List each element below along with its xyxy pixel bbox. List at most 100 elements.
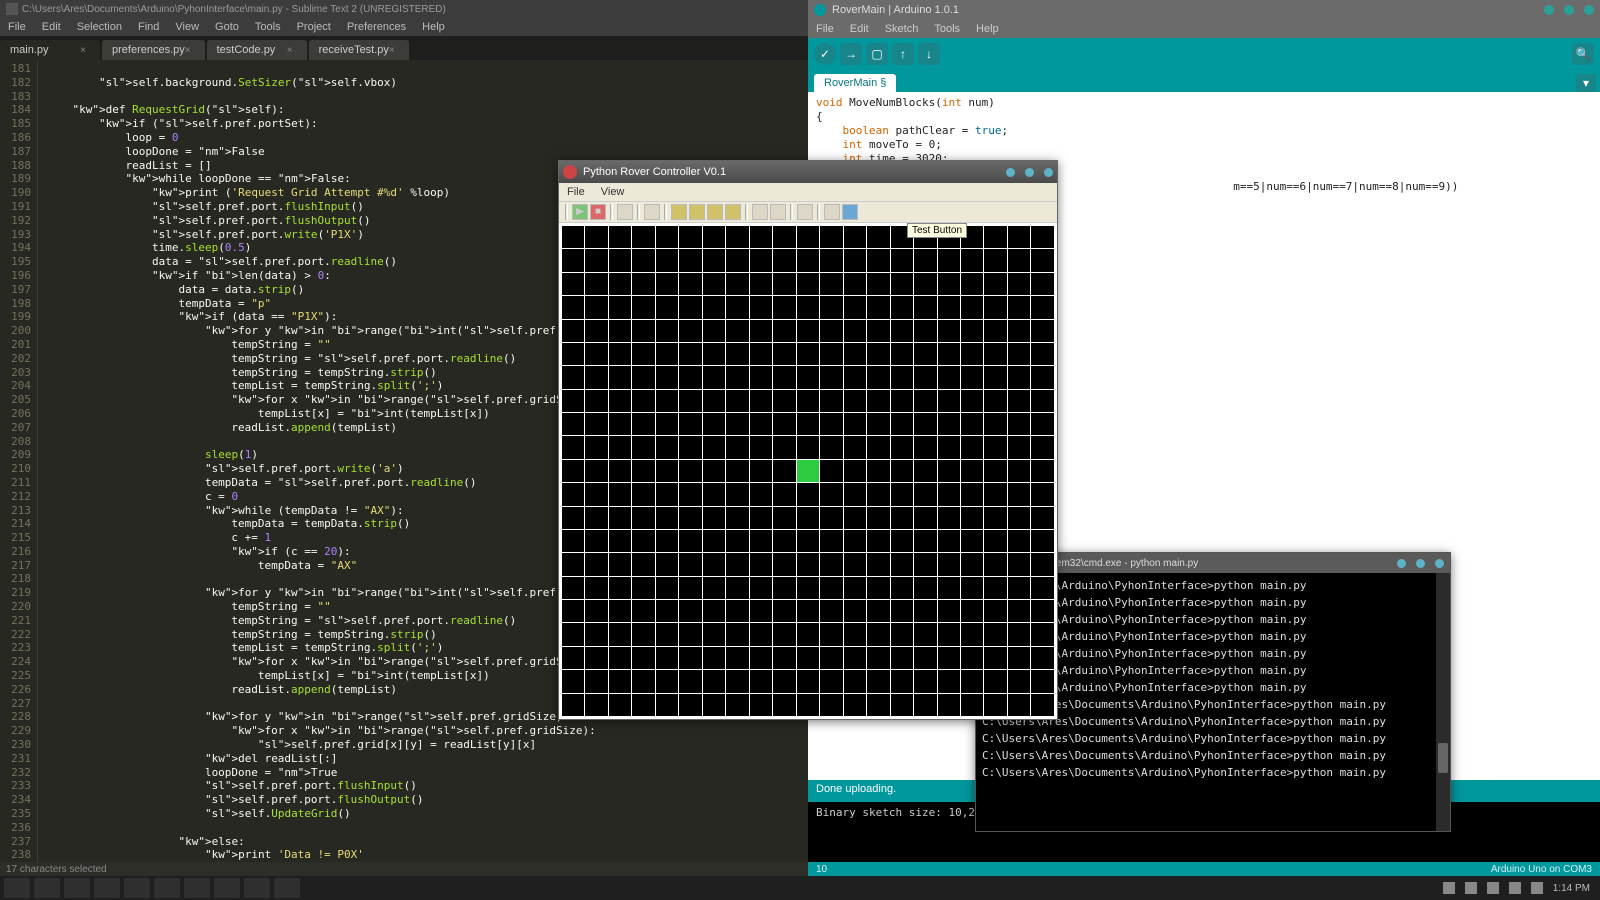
grid-cell[interactable] <box>1007 249 1030 272</box>
grid-cell[interactable] <box>796 319 819 342</box>
close-icon[interactable] <box>1044 168 1053 177</box>
grid-cell[interactable] <box>702 319 725 342</box>
grid-cell[interactable] <box>820 226 843 249</box>
grid-cell[interactable] <box>1031 296 1055 319</box>
grid-cell[interactable] <box>914 342 937 365</box>
grid-cell[interactable] <box>773 483 796 506</box>
grid-cell[interactable] <box>914 600 937 623</box>
taskbar-cmd[interactable] <box>154 878 180 898</box>
grid-cell[interactable] <box>984 459 1007 482</box>
grid-cell[interactable] <box>655 413 678 436</box>
grid-cell[interactable] <box>937 342 960 365</box>
grid-cell[interactable] <box>562 483 585 506</box>
grid-cell[interactable] <box>726 296 749 319</box>
menu-find[interactable]: Find <box>130 19 167 35</box>
grid-cell[interactable] <box>702 459 725 482</box>
grid-cell[interactable] <box>679 389 702 412</box>
grid-cell[interactable] <box>608 483 631 506</box>
taskbar-explorer[interactable] <box>34 878 60 898</box>
grid-cell[interactable] <box>960 693 983 717</box>
grid-cell[interactable] <box>749 553 772 576</box>
grid-cell[interactable] <box>773 436 796 459</box>
grid-cell[interactable] <box>867 459 890 482</box>
maximize-icon[interactable] <box>1416 559 1425 568</box>
tab-close-icon[interactable]: × <box>287 45 293 56</box>
grid-cell[interactable] <box>1031 483 1055 506</box>
grid-cell[interactable] <box>937 366 960 389</box>
grid-cell[interactable] <box>867 296 890 319</box>
brush-icon[interactable] <box>797 204 813 220</box>
grid-cell[interactable] <box>749 226 772 249</box>
grid-cell[interactable] <box>655 623 678 646</box>
grid-cell[interactable] <box>1031 459 1055 482</box>
grid-cell[interactable] <box>679 226 702 249</box>
grid-cell[interactable] <box>867 506 890 529</box>
grid-cell[interactable] <box>749 600 772 623</box>
grid-cell[interactable] <box>562 342 585 365</box>
taskbar-chrome[interactable] <box>94 878 120 898</box>
menu-tools[interactable]: Tools <box>247 19 289 35</box>
grid-cell[interactable] <box>773 366 796 389</box>
grid-cell[interactable] <box>1007 670 1030 693</box>
grid-cell[interactable] <box>632 646 655 669</box>
grid-cell[interactable] <box>960 646 983 669</box>
print-icon[interactable] <box>770 204 786 220</box>
grid-cell[interactable] <box>937 296 960 319</box>
grid-cell[interactable] <box>937 319 960 342</box>
grid-cell[interactable] <box>726 693 749 717</box>
grid-cell[interactable] <box>655 342 678 365</box>
grid-cell[interactable] <box>585 693 608 717</box>
grid-cell[interactable] <box>796 529 819 552</box>
grid-cell[interactable] <box>820 576 843 599</box>
grid-cell[interactable] <box>608 670 631 693</box>
grid-cell[interactable] <box>679 436 702 459</box>
grid-cell[interactable] <box>702 366 725 389</box>
grid-cell[interactable] <box>773 600 796 623</box>
grid-cell[interactable] <box>608 600 631 623</box>
grid-cell[interactable] <box>608 576 631 599</box>
grid-cell[interactable] <box>820 646 843 669</box>
menu-help[interactable]: Help <box>968 21 1007 37</box>
vol-icon[interactable] <box>644 204 660 220</box>
grid-cell[interactable] <box>890 389 913 412</box>
grid-cell[interactable] <box>960 272 983 295</box>
grid-cell[interactable] <box>773 319 796 342</box>
grid-cell[interactable] <box>914 319 937 342</box>
grid-cell[interactable] <box>562 389 585 412</box>
grid-cell[interactable] <box>773 576 796 599</box>
grid-cell[interactable] <box>702 553 725 576</box>
grid-cell[interactable] <box>843 413 866 436</box>
grid-cell[interactable] <box>890 693 913 717</box>
grid-cell[interactable] <box>726 600 749 623</box>
grid-cell[interactable] <box>1007 459 1030 482</box>
rover-grid[interactable] <box>559 223 1057 719</box>
grid-cell[interactable] <box>796 576 819 599</box>
grid-cell[interactable] <box>632 553 655 576</box>
grid-cell[interactable] <box>984 342 1007 365</box>
right-icon[interactable] <box>707 204 723 220</box>
grid-cell[interactable] <box>867 646 890 669</box>
grid-cell[interactable] <box>702 670 725 693</box>
grid-cell[interactable] <box>1007 693 1030 717</box>
grid-cell[interactable] <box>655 553 678 576</box>
grid-cell[interactable] <box>914 249 937 272</box>
grid-cell[interactable] <box>1031 506 1055 529</box>
tab-main-py[interactable]: main.py× <box>0 40 100 60</box>
grid-cell[interactable] <box>585 623 608 646</box>
grid-cell[interactable] <box>585 436 608 459</box>
grid-cell[interactable] <box>796 272 819 295</box>
grid-cell[interactable] <box>608 529 631 552</box>
grid-cell[interactable] <box>632 226 655 249</box>
grid-cell[interactable] <box>749 272 772 295</box>
grid-cell[interactable] <box>608 342 631 365</box>
edit-icon[interactable] <box>617 204 633 220</box>
grid-cell[interactable] <box>655 506 678 529</box>
grid-cell[interactable] <box>655 483 678 506</box>
grid-cell[interactable] <box>585 272 608 295</box>
grid-cell[interactable] <box>796 413 819 436</box>
grid-cell[interactable] <box>937 646 960 669</box>
grid-cell[interactable] <box>585 413 608 436</box>
grid-cell[interactable] <box>632 296 655 319</box>
grid-cell[interactable] <box>867 249 890 272</box>
grid-cell[interactable] <box>632 576 655 599</box>
